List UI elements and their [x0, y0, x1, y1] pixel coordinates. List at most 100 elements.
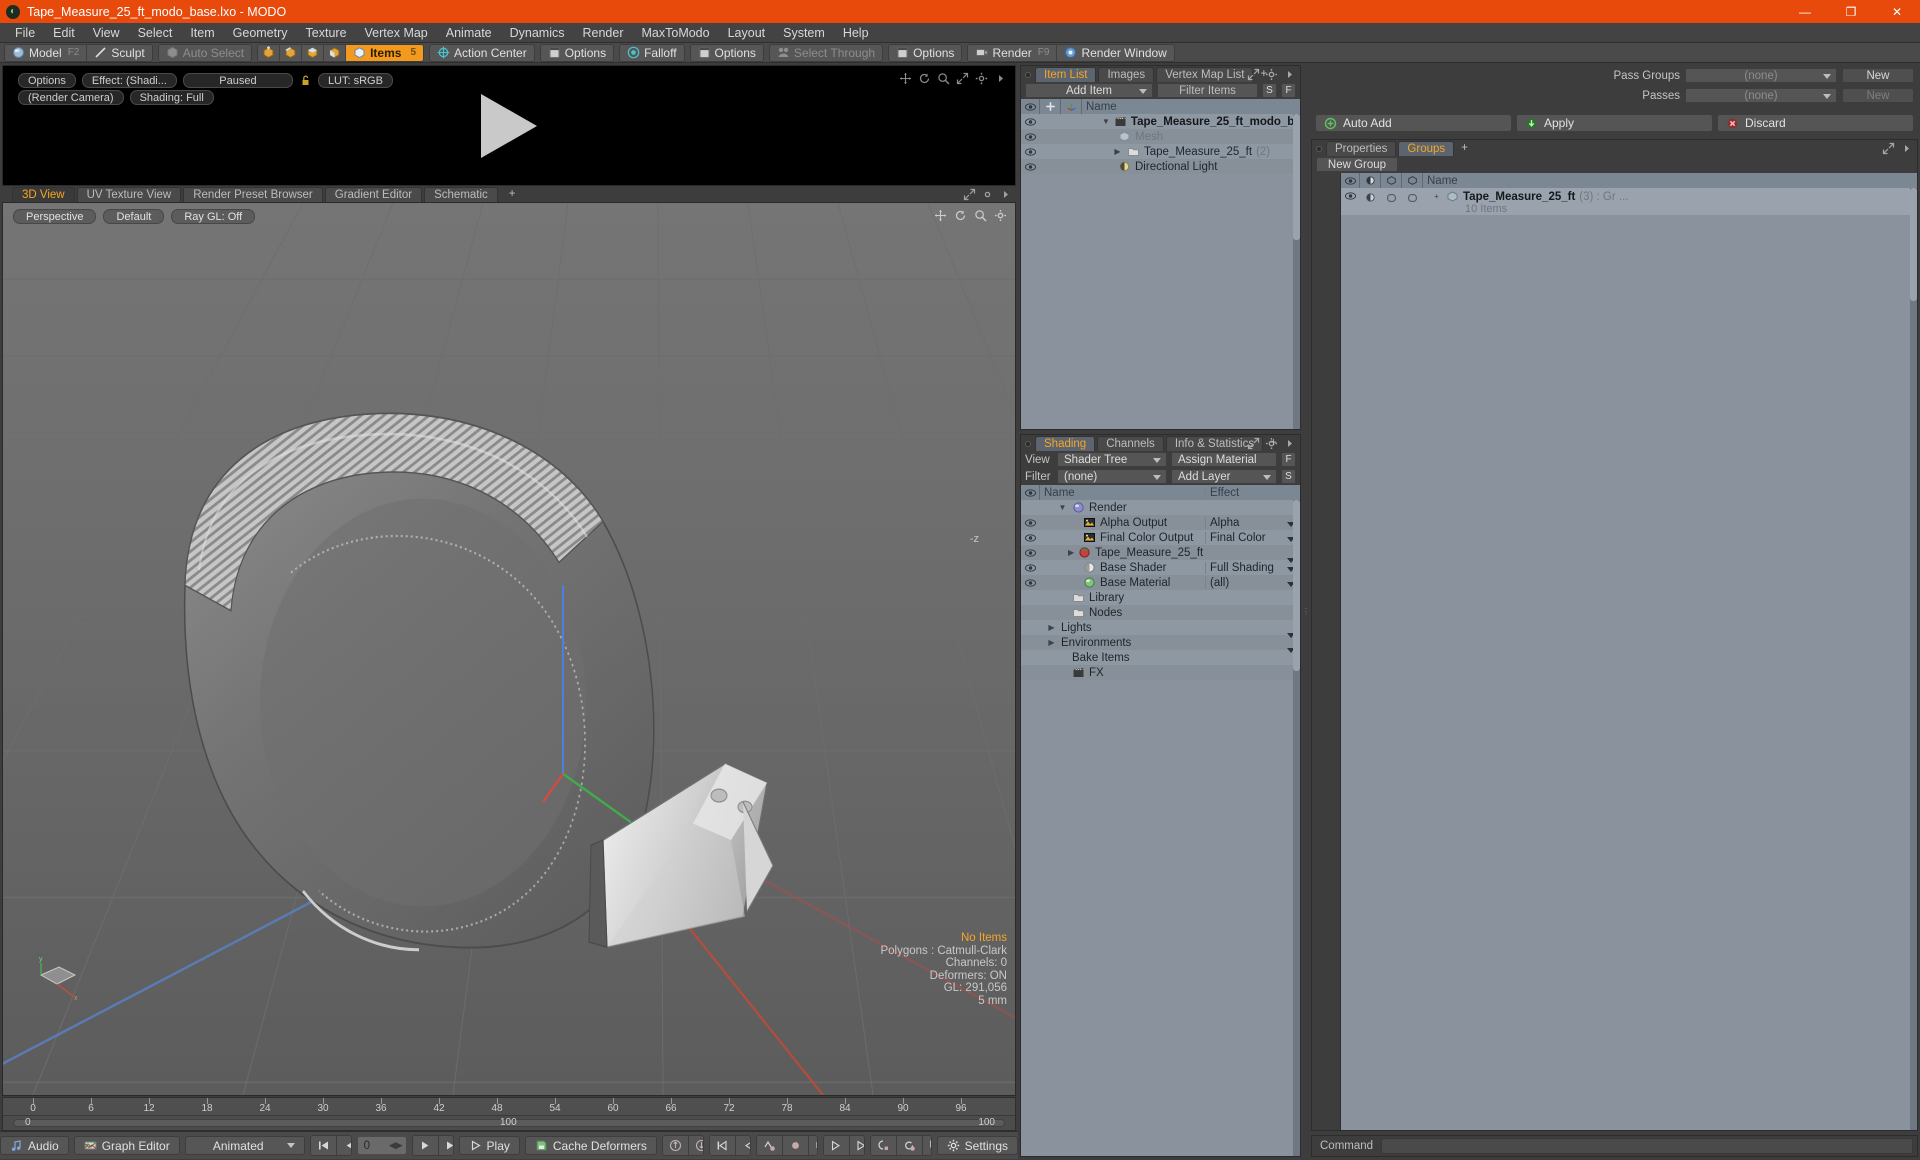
- gear-icon[interactable]: [975, 72, 988, 85]
- key-down-button[interactable]: [688, 1136, 703, 1155]
- minimize-button[interactable]: —: [1782, 0, 1828, 23]
- prev-frame-button[interactable]: [336, 1136, 351, 1155]
- row-effect-dropdown[interactable]: Alpha: [1205, 516, 1300, 529]
- row-twisty[interactable]: ▼: [1102, 117, 1110, 126]
- graph-editor-button[interactable]: Graph Editor: [73, 1136, 180, 1155]
- shader-view-dropdown[interactable]: Shader Tree: [1057, 452, 1167, 467]
- menu-view[interactable]: View: [84, 23, 129, 43]
- panel-menu-dot-icon[interactable]: [1316, 146, 1322, 152]
- row-visibility-toggle[interactable]: [1021, 117, 1040, 126]
- gear-icon[interactable]: [1265, 68, 1278, 81]
- menu-item[interactable]: Item: [181, 23, 223, 43]
- table-row[interactable]: Mesh: [1021, 129, 1300, 144]
- row-effect-dropdown[interactable]: (all): [1205, 576, 1300, 589]
- render-status-button[interactable]: Paused: [182, 73, 293, 88]
- tab-render-preset-browser[interactable]: Render Preset Browser: [183, 187, 323, 202]
- tab-add[interactable]: +: [500, 187, 525, 202]
- animated-dropdown[interactable]: Animated: [184, 1136, 305, 1155]
- menu-dynamics[interactable]: Dynamics: [501, 23, 574, 43]
- zoom-icon[interactable]: [974, 209, 987, 222]
- command-input[interactable]: [1381, 1138, 1913, 1154]
- maximize-panel-icon[interactable]: [1247, 68, 1260, 81]
- filter-s-button[interactable]: S: [1262, 83, 1277, 98]
- table-row[interactable]: Base Material (all): [1021, 575, 1300, 590]
- row-visibility-toggle[interactable]: [1021, 548, 1040, 557]
- chevron-right-icon[interactable]: [1283, 68, 1296, 81]
- panel-menu-dot-icon[interactable]: [1025, 72, 1031, 78]
- viewport-raygl-dropdown[interactable]: Ray GL: Off: [171, 209, 256, 224]
- tab-schematic[interactable]: Schematic: [424, 187, 498, 202]
- tab-3d-view[interactable]: 3D View: [12, 187, 75, 202]
- assign-material-button[interactable]: Assign Material: [1171, 452, 1277, 467]
- render-options-button[interactable]: Options: [18, 73, 76, 88]
- row-effect-dropdown[interactable]: Full Shading: [1205, 561, 1300, 574]
- render-camera-dropdown[interactable]: (Render Camera): [18, 90, 124, 105]
- rotate-icon[interactable]: [918, 72, 931, 85]
- tab-gradient-editor[interactable]: Gradient Editor: [324, 187, 423, 202]
- items-mode-button[interactable]: Items 5: [345, 44, 424, 61]
- prev-key2-button[interactable]: [735, 1136, 750, 1155]
- select-through-options-button[interactable]: Options: [889, 44, 962, 61]
- add-key-button[interactable]: [756, 1136, 783, 1155]
- menu-animate[interactable]: Animate: [437, 23, 501, 43]
- render-effect-dropdown[interactable]: Effect: (Shadi...: [81, 73, 177, 88]
- passes-dropdown[interactable]: (none): [1685, 88, 1837, 103]
- tab-add[interactable]: +: [1456, 141, 1473, 156]
- table-row[interactable]: Bake Items: [1021, 650, 1300, 665]
- next-key-button[interactable]: [823, 1136, 850, 1155]
- render-button[interactable]: Render F9: [968, 44, 1057, 61]
- shader-tree-scrollbar[interactable]: [1293, 500, 1300, 1156]
- add-item-dropdown[interactable]: Add Item: [1025, 83, 1153, 98]
- model-mode-button[interactable]: Model F2: [5, 44, 87, 61]
- table-row[interactable]: ▶ Environments: [1021, 635, 1300, 653]
- action-center-options-button[interactable]: Options: [540, 44, 614, 61]
- play-button[interactable]: Play: [458, 1136, 520, 1155]
- row-visibility-toggle[interactable]: [1021, 132, 1040, 141]
- panel-menu-dot-icon[interactable]: [1025, 441, 1031, 447]
- new-group-button[interactable]: New Group: [1316, 157, 1398, 172]
- rotate-icon[interactable]: [954, 209, 967, 222]
- auto-select-button[interactable]: Auto Select: [158, 44, 252, 61]
- timeline-range-bar[interactable]: 0 100 100: [3, 1116, 1015, 1130]
- polygons-mode-button[interactable]: [301, 44, 324, 61]
- reset-key-button[interactable]: [896, 1136, 923, 1155]
- materials-mode-button[interactable]: [323, 44, 346, 61]
- next-frame-button[interactable]: [412, 1136, 439, 1155]
- key-button[interactable]: [782, 1136, 809, 1155]
- menu-edit[interactable]: Edit: [44, 23, 84, 43]
- settings-button[interactable]: Settings: [936, 1136, 1019, 1155]
- row-twisty[interactable]: ▶: [1112, 147, 1123, 156]
- table-row[interactable]: Final Color Output Final Color: [1021, 530, 1300, 545]
- render-window-button[interactable]: Render Window: [1056, 44, 1174, 61]
- row-twisty[interactable]: ▶: [1046, 623, 1057, 632]
- edges-mode-button[interactable]: [279, 44, 302, 61]
- groups-body[interactable]: + Tape_Measure_25_ft (3) : Gr ... 10 Ite…: [1341, 188, 1917, 1130]
- tab-images[interactable]: Images: [1098, 67, 1155, 82]
- delete-key-button[interactable]: [808, 1136, 817, 1155]
- menu-texture[interactable]: Texture: [297, 23, 356, 43]
- timeline-ruler[interactable]: 0 6 12 18 24 30 36 42 48 54 60 66 72 78 …: [3, 1098, 1015, 1116]
- chevron-right-icon[interactable]: [999, 188, 1012, 201]
- tab-groups[interactable]: Groups: [1398, 141, 1455, 156]
- row-visibility-toggle[interactable]: [1021, 563, 1040, 572]
- table-row[interactable]: ▶Tape_Measure_25_ft(2) ( ...: [1021, 545, 1300, 563]
- table-row[interactable]: + Tape_Measure_25_ft (3) : Gr ... 10 Ite…: [1341, 188, 1917, 215]
- viewport-shading-dropdown[interactable]: Default: [103, 209, 165, 224]
- pass-groups-new-button[interactable]: New: [1842, 68, 1914, 83]
- table-row[interactable]: Base Shader Full Shading: [1021, 560, 1300, 575]
- discard-button[interactable]: Discard: [1717, 114, 1914, 132]
- last-frame-button[interactable]: [438, 1136, 453, 1155]
- groups-scrollbar[interactable]: [1910, 188, 1917, 1130]
- row-select-toggle[interactable]: [1402, 190, 1423, 203]
- auto-add-button[interactable]: Auto Add: [1315, 114, 1512, 132]
- chevron-right-icon[interactable]: [1283, 437, 1296, 450]
- pan-icon[interactable]: [899, 72, 912, 85]
- pass-groups-dropdown[interactable]: (none): [1685, 68, 1837, 83]
- first-frame-button[interactable]: [310, 1136, 337, 1155]
- menu-file[interactable]: File: [6, 23, 44, 43]
- table-row[interactable]: ▼ Render: [1021, 500, 1300, 515]
- shader-tree-body[interactable]: ▼ Render Alpha Output Alpha Final Color Outp…: [1021, 500, 1300, 1156]
- row-effect-dropdown[interactable]: Final Color: [1205, 531, 1300, 544]
- row-visibility-toggle[interactable]: [1341, 190, 1360, 200]
- zoom-icon[interactable]: [937, 72, 950, 85]
